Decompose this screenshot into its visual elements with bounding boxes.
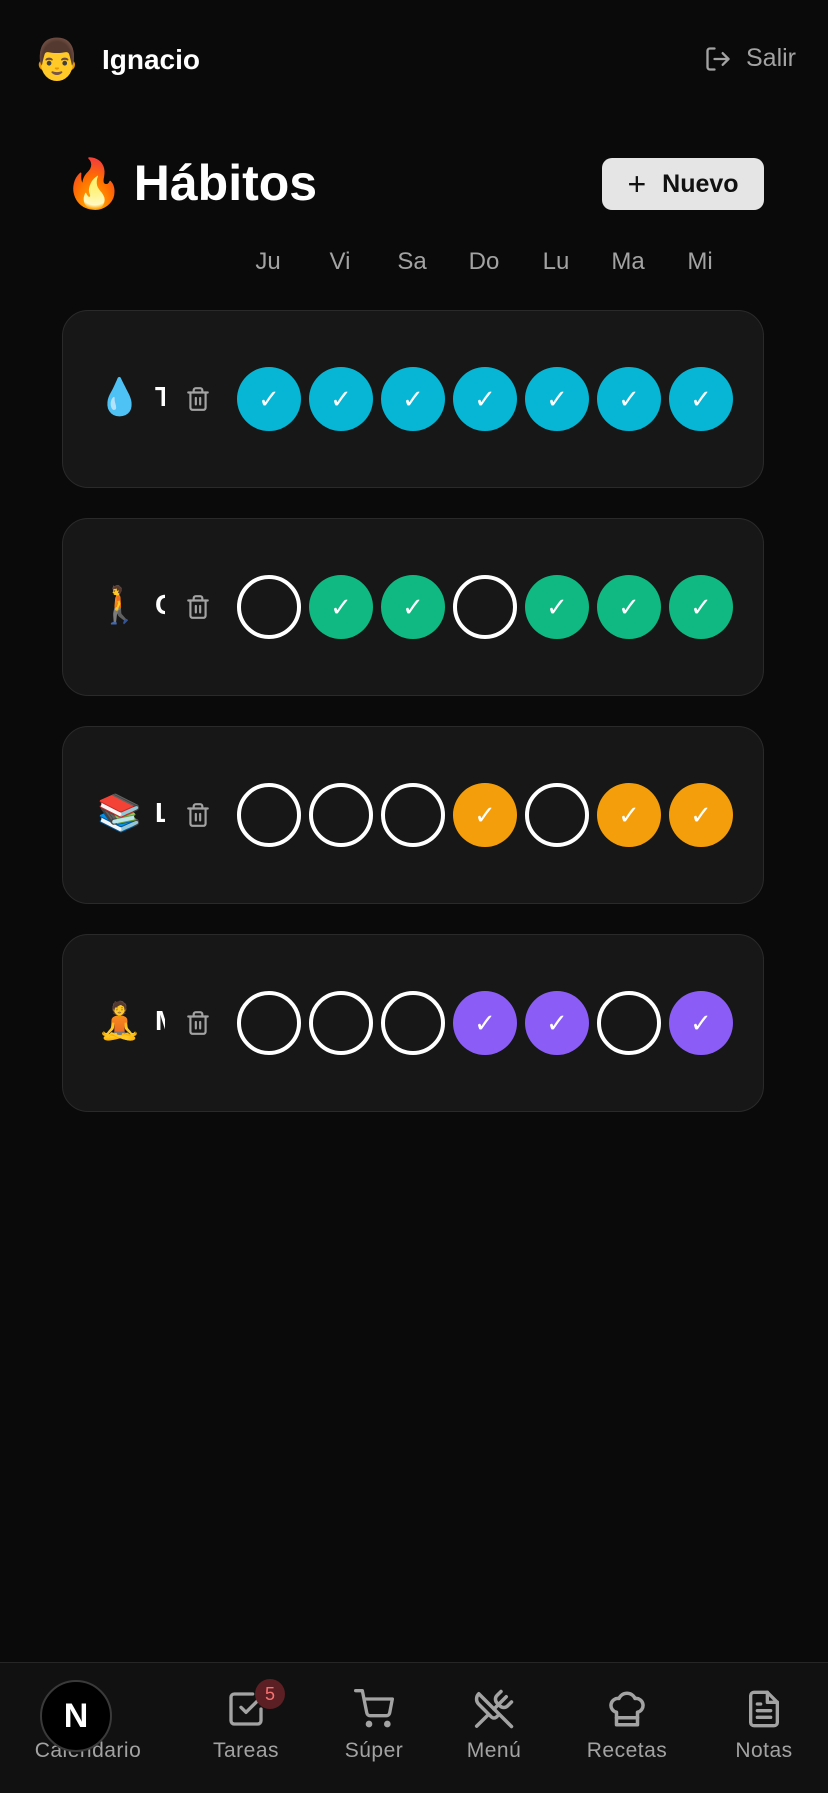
day-header: Mi: [687, 248, 713, 275]
habit-day-checked[interactable]: ✓: [669, 367, 733, 431]
page-title: 🔥 Hábitos: [64, 154, 317, 212]
nav-label: Súper: [344, 1739, 404, 1762]
user-info: 👨 Ignacio: [32, 38, 200, 82]
habit-day-unchecked[interactable]: [525, 783, 589, 847]
habit-emoji: 🧘: [97, 1000, 142, 1041]
nav-label: Menú: [466, 1739, 522, 1762]
habit-day-unchecked[interactable]: [597, 991, 661, 1055]
avatar: 👨: [32, 38, 82, 82]
new-habit-label: Nuevo: [662, 169, 739, 198]
day-header: Lu: [542, 248, 570, 275]
username: Ignacio: [102, 44, 201, 75]
new-habit-button[interactable]: + Nuevo: [602, 158, 764, 210]
habit-day-unchecked[interactable]: [309, 783, 373, 847]
habit-day-checked[interactable]: ✓: [381, 367, 445, 431]
title-row: 🔥 Hábitos + Nuevo: [64, 150, 764, 220]
shopping-cart-icon: [354, 1689, 394, 1728]
trash-icon[interactable]: [185, 1009, 211, 1042]
habit-day-checked[interactable]: ✓: [525, 991, 589, 1055]
nav-super[interactable]: Súper: [309, 1685, 439, 1763]
habit-day-checked[interactable]: ✓: [669, 783, 733, 847]
day-header: Ju: [255, 248, 281, 275]
habit-day-unchecked[interactable]: [381, 783, 445, 847]
trash-icon[interactable]: [185, 385, 211, 418]
utensils-crossed-icon: [474, 1689, 514, 1729]
chef-hat-icon: [609, 1691, 645, 1727]
nav-tareas[interactable]: 5 Tareas: [181, 1679, 311, 1763]
top-bar: 👨 Ignacio Salir: [0, 0, 828, 120]
flame-icon: 🔥: [64, 157, 124, 211]
day-header: Do: [468, 248, 500, 275]
habit-card: 💧 T ✓ ✓ ✓ ✓ ✓ ✓ ✓: [62, 310, 764, 488]
habit-emoji: 📚: [97, 792, 142, 833]
dev-tools-badge[interactable]: N: [40, 1680, 112, 1752]
habit-day-checked[interactable]: ✓: [237, 367, 301, 431]
habit-day-checked[interactable]: ✓: [597, 783, 661, 847]
day-header: Ma: [611, 248, 645, 275]
logout-button[interactable]: Salir: [704, 44, 796, 73]
nav-recetas[interactable]: Recetas: [562, 1685, 692, 1763]
habit-card: 🚶C✓✓✓✓✓: [62, 518, 764, 696]
habit-day-checked[interactable]: ✓: [381, 575, 445, 639]
habit-day-unchecked[interactable]: [237, 991, 301, 1055]
habit-day-checked[interactable]: ✓: [309, 367, 373, 431]
habit-day-unchecked[interactable]: [237, 575, 301, 639]
day-headers: Ju Vi Sa Do Lu Ma Mi: [0, 248, 828, 278]
tasks-count-badge: 5: [255, 1679, 285, 1709]
habit-day-checked[interactable]: ✓: [597, 575, 661, 639]
file-text-icon: [749, 1690, 779, 1728]
habit-day-unchecked[interactable]: [237, 783, 301, 847]
habit-day-checked[interactable]: ✓: [597, 367, 661, 431]
nav-label: Recetas: [586, 1739, 668, 1762]
day-header: Vi: [329, 248, 351, 275]
nav-notas[interactable]: Notas: [699, 1685, 828, 1763]
trash-icon[interactable]: [185, 801, 211, 834]
habit-name: T: [155, 381, 165, 412]
habit-emoji: 🚶: [97, 584, 142, 625]
page-title-text: Hábitos: [133, 155, 318, 211]
bottom-nav: Calendario 5 Tareas Súper Menú Recetas N…: [0, 1662, 828, 1793]
day-header: Sa: [397, 248, 427, 275]
logout-icon: [706, 46, 730, 71]
nav-label: Tareas: [212, 1739, 280, 1762]
logout-label: Salir: [745, 44, 796, 72]
trash-icon[interactable]: [185, 593, 211, 626]
plus-icon: +: [627, 166, 647, 202]
habit-day-unchecked[interactable]: [453, 575, 517, 639]
habit-day-checked[interactable]: ✓: [309, 575, 373, 639]
habit-emoji: 💧: [97, 376, 142, 417]
habit-day-checked[interactable]: ✓: [453, 783, 517, 847]
nav-menu[interactable]: Menú: [429, 1685, 559, 1763]
habit-name: C: [155, 589, 165, 621]
habit-day-checked[interactable]: ✓: [525, 575, 589, 639]
habit-day-checked[interactable]: ✓: [525, 367, 589, 431]
habit-day-checked[interactable]: ✓: [669, 991, 733, 1055]
habit-day-unchecked[interactable]: [309, 991, 373, 1055]
nav-label: Notas: [735, 1739, 793, 1762]
habit-name: M: [155, 1005, 165, 1037]
habit-day-checked[interactable]: ✓: [669, 575, 733, 639]
habit-card: 📚 L ✓ ✓ ✓: [62, 726, 764, 904]
habit-name: L: [155, 797, 165, 828]
habit-card: 🧘M✓✓✓: [62, 934, 764, 1112]
habit-day-checked[interactable]: ✓: [453, 367, 517, 431]
habit-day-checked[interactable]: ✓: [453, 991, 517, 1055]
habit-day-unchecked[interactable]: [381, 991, 445, 1055]
